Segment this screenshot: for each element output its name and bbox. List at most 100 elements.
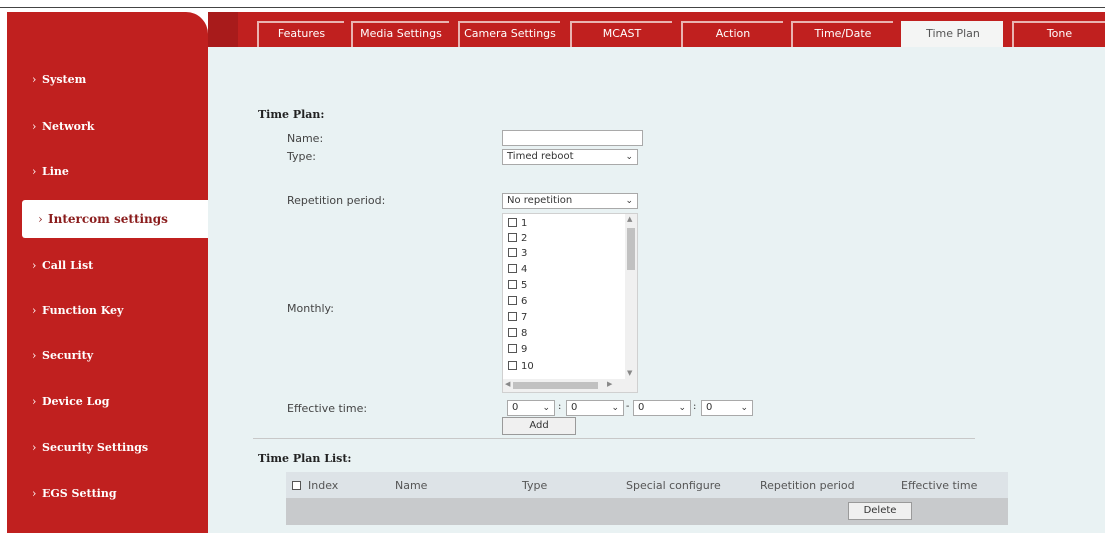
sidebar-item-label: Device Log [42, 395, 110, 408]
sidebar-item-label: Network [42, 120, 95, 133]
column-index: Index [308, 479, 339, 492]
repetition-select-value: No repetition [507, 195, 573, 206]
sidebar-item-system[interactable]: › System [7, 73, 208, 87]
monthly-option[interactable]: 8 [508, 328, 527, 339]
tab-action[interactable]: Action [681, 21, 783, 47]
tab-media-settings[interactable]: Media Settings [351, 21, 449, 47]
sidebar-item-label: EGS Setting [42, 487, 117, 500]
chevron-right-icon: › [32, 487, 37, 500]
time-plan-section-title: Time Plan: [258, 108, 325, 121]
tab-tone[interactable]: Tone [1012, 21, 1105, 47]
monthly-option[interactable]: 6 [508, 296, 527, 307]
type-select-value: Timed reboot [507, 151, 574, 162]
chevron-down-icon: ⌄ [542, 403, 550, 413]
chevron-down-icon: ⌄ [740, 403, 748, 413]
checkbox[interactable] [508, 248, 517, 257]
chevron-right-icon: › [32, 441, 37, 454]
tab-camera-settings[interactable]: Camera Settings [458, 21, 560, 47]
sidebar-item-egs-setting[interactable]: › EGS Setting [7, 487, 208, 501]
time-separator: : [693, 401, 697, 412]
chevron-down-icon: ⌄ [625, 152, 633, 162]
sidebar-item-intercom-settings[interactable]: › Intercom settings [22, 200, 208, 238]
delete-button[interactable]: Delete [848, 502, 912, 520]
start-minute-select[interactable]: 0 ⌄ [566, 400, 624, 416]
sidebar: › System › Network › Line › Intercom setting… [7, 12, 208, 533]
checkbox[interactable] [508, 280, 517, 289]
horizontal-scrollbar[interactable]: ◀ ▶ [503, 379, 637, 392]
sidebar-item-network[interactable]: › Network [7, 120, 208, 134]
chevron-right-icon: › [32, 73, 37, 86]
monthly-option[interactable]: 9 [508, 344, 527, 355]
column-type: Type [522, 479, 548, 492]
name-input[interactable] [502, 130, 643, 146]
monthly-option[interactable]: 10 [508, 361, 534, 372]
chevron-down-icon: ⌄ [611, 403, 619, 413]
tab-bar: Features Media Settings Camera Settings … [208, 12, 1105, 47]
sidebar-item-call-list[interactable]: › Call List [7, 259, 208, 273]
column-special-configure: Special configure [626, 479, 721, 492]
repetition-period-select[interactable]: No repetition ⌄ [502, 193, 638, 209]
sidebar-item-security[interactable]: › Security [7, 349, 208, 363]
checkbox[interactable] [508, 296, 517, 305]
type-select[interactable]: Timed reboot ⌄ [502, 149, 638, 165]
scroll-right-icon[interactable]: ▶ [607, 380, 612, 388]
checkbox[interactable] [508, 344, 517, 353]
chevron-down-icon: ⌄ [625, 196, 633, 206]
monthly-option[interactable]: 4 [508, 264, 527, 275]
sidebar-item-function-key[interactable]: › Function Key [7, 304, 208, 318]
select-all-checkbox[interactable] [292, 479, 305, 492]
chevron-right-icon: › [38, 212, 43, 226]
monthly-listbox[interactable]: 1 2 3 4 5 6 7 8 9 10 ▲ ▼ ◀ ▶ [502, 213, 638, 393]
checkbox[interactable] [508, 328, 517, 337]
checkbox[interactable] [508, 312, 517, 321]
scroll-left-icon[interactable]: ◀ [505, 380, 510, 388]
vertical-scrollbar[interactable]: ▲ ▼ [625, 214, 637, 380]
chevron-right-icon: › [32, 304, 37, 317]
chevron-right-icon: › [32, 395, 37, 408]
checkbox[interactable] [508, 264, 517, 273]
time-separator: - [626, 401, 630, 412]
chevron-right-icon: › [32, 165, 37, 178]
column-repetition-period: Repetition period [760, 479, 855, 492]
tab-time-plan[interactable]: Time Plan [901, 21, 1003, 47]
sidebar-item-label: Line [42, 165, 69, 178]
sidebar-item-label: Security Settings [42, 441, 149, 454]
time-plan-list-footer: Delete [286, 498, 1008, 525]
divider [253, 438, 975, 439]
monthly-option[interactable]: 5 [508, 280, 527, 291]
scroll-down-icon[interactable]: ▼ [627, 369, 632, 377]
sidebar-item-security-settings[interactable]: › Security Settings [7, 441, 208, 455]
chevron-right-icon: › [32, 120, 37, 133]
tab-features[interactable]: Features [257, 21, 344, 47]
checkbox[interactable] [508, 233, 517, 242]
monthly-option[interactable]: 2 [508, 233, 527, 244]
checkbox[interactable] [508, 218, 517, 227]
chevron-down-icon: ⌄ [678, 403, 686, 413]
name-label: Name: [287, 132, 324, 145]
end-minute-select[interactable]: 0 ⌄ [701, 400, 753, 416]
start-hour-select[interactable]: 0 ⌄ [507, 400, 555, 416]
sidebar-item-device-log[interactable]: › Device Log [7, 395, 208, 409]
column-name: Name [395, 479, 428, 492]
type-label: Type: [287, 150, 316, 163]
checkbox[interactable] [292, 481, 301, 490]
monthly-label: Monthly: [287, 302, 334, 315]
scrollbar-thumb[interactable] [627, 228, 635, 270]
tab-mcast[interactable]: MCAST [570, 21, 672, 47]
add-button[interactable]: Add [502, 417, 576, 435]
sidebar-item-label: Security [42, 349, 94, 362]
column-effective-time: Effective time [901, 479, 978, 492]
monthly-option[interactable]: 7 [508, 312, 527, 323]
checkbox[interactable] [508, 361, 517, 370]
repetition-period-label: Repetition period: [287, 194, 386, 207]
sidebar-item-label: Function Key [42, 304, 124, 317]
scroll-up-icon[interactable]: ▲ [627, 215, 632, 223]
end-hour-select[interactable]: 0 ⌄ [633, 400, 691, 416]
main-content: Time Plan: Name: Type: Timed reboot ⌄ Re… [208, 47, 1105, 533]
scrollbar-thumb[interactable] [513, 382, 598, 389]
monthly-option[interactable]: 1 [508, 218, 527, 229]
tab-time-date[interactable]: Time/Date [791, 21, 893, 47]
sidebar-item-line[interactable]: › Line [7, 165, 208, 179]
tab-bar-corner [208, 12, 238, 47]
monthly-option[interactable]: 3 [508, 248, 527, 259]
